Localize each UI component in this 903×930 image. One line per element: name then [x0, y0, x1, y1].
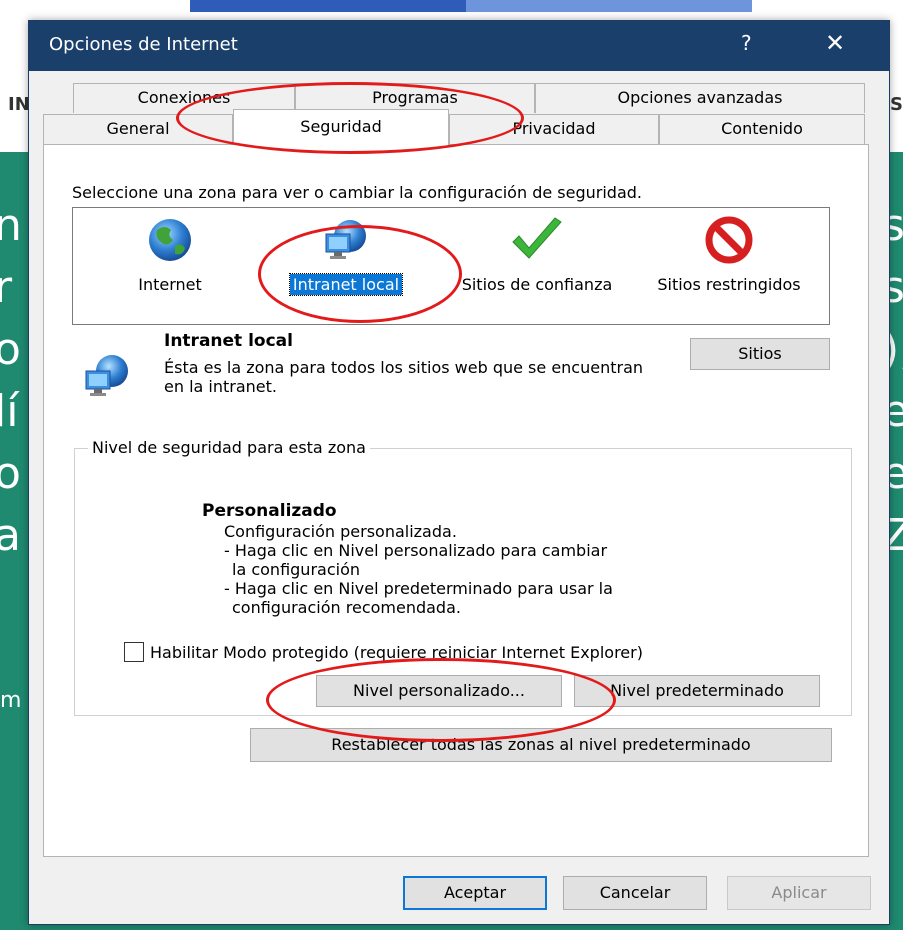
protected-mode-label[interactable]: Habilitar Modo protegido (requiere reini…: [150, 643, 643, 662]
close-button[interactable]: ✕: [825, 29, 845, 57]
zone-sitios-restringidos[interactable]: Sitios restringidos: [639, 216, 819, 295]
zone-sitios-de-confianza[interactable]: Sitios de confianza: [447, 216, 627, 295]
help-button[interactable]: ?: [741, 31, 752, 55]
title-bar: Opciones de Internet ? ✕: [29, 21, 889, 71]
reset-all-zones-button[interactable]: Restablecer todas las zonas al nivel pre…: [250, 728, 832, 762]
zone-instruction: Seleccione una zona para ver o cambiar l…: [72, 183, 642, 202]
background-blue-bar: [190, 0, 466, 12]
background-small-letter: m: [0, 688, 22, 713]
zone-internet-label: Internet: [138, 275, 202, 294]
zone-list: Internet Intranet local Sitios de confia…: [72, 207, 830, 325]
custom-level-button[interactable]: Nivel personalizado...: [316, 675, 562, 707]
cancel-button[interactable]: Cancelar: [563, 876, 707, 910]
selected-zone-icon: [85, 355, 128, 396]
level-desc-line: - Haga clic en Nivel personalizado para …: [224, 541, 608, 560]
internet-options-dialog: Opciones de Internet ? ✕ Conexiones Prog…: [28, 20, 890, 925]
selected-zone-description: Ésta es la zona para todos los sitios we…: [164, 358, 644, 396]
background-left-letters: n r o lí o a: [0, 200, 22, 561]
globe-icon: [149, 219, 191, 261]
zone-internet[interactable]: Internet: [105, 216, 235, 295]
security-level-legend: Nivel de seguridad para esta zona: [88, 438, 370, 457]
tab-contenido[interactable]: Contenido: [659, 114, 865, 144]
ok-button[interactable]: Aceptar: [403, 876, 547, 910]
window-title: Opciones de Internet: [49, 34, 238, 55]
background-top-strip: [0, 0, 903, 12]
zone-sitios-de-confianza-label: Sitios de confianza: [461, 275, 613, 294]
security-level-description: Configuración personalizada. - Haga clic…: [224, 522, 613, 617]
background-left-text: IN: [8, 94, 30, 115]
security-tab-panel: Seleccione una zona para ver o cambiar l…: [43, 144, 869, 857]
protected-mode-checkbox[interactable]: [124, 642, 144, 662]
level-desc-line: la configuración: [232, 560, 360, 579]
prohibited-icon: [705, 216, 753, 264]
selected-zone-title: Intranet local: [164, 331, 293, 351]
zone-intranet-local[interactable]: Intranet local: [249, 216, 443, 296]
tab-privacidad[interactable]: Privacidad: [449, 114, 659, 144]
background-right-text: S: [890, 94, 903, 115]
apply-button[interactable]: Aplicar: [727, 876, 871, 910]
background-light-blue-bar: [466, 0, 752, 12]
level-desc-line: - Haga clic en Nivel predeterminado para…: [224, 579, 613, 598]
zone-sitios-restringidos-label: Sitios restringidos: [657, 275, 801, 294]
level-desc-line: Configuración personalizada.: [224, 522, 457, 541]
default-level-button[interactable]: Nivel predeterminado: [574, 675, 820, 707]
zone-intranet-local-label: Intranet local: [288, 273, 404, 296]
tab-opciones-avanzadas[interactable]: Opciones avanzadas: [535, 83, 865, 113]
protected-mode-row: Habilitar Modo protegido (requiere reini…: [124, 642, 643, 662]
intranet-globe-icon: [325, 220, 366, 259]
level-desc-line: configuración recomendada.: [232, 598, 461, 617]
sites-button[interactable]: Sitios: [690, 338, 830, 370]
tab-seguridad[interactable]: Seguridad: [233, 109, 449, 145]
checkmark-icon: [512, 217, 562, 259]
tab-general[interactable]: General: [43, 114, 233, 144]
security-level-title: Personalizado: [202, 501, 337, 521]
